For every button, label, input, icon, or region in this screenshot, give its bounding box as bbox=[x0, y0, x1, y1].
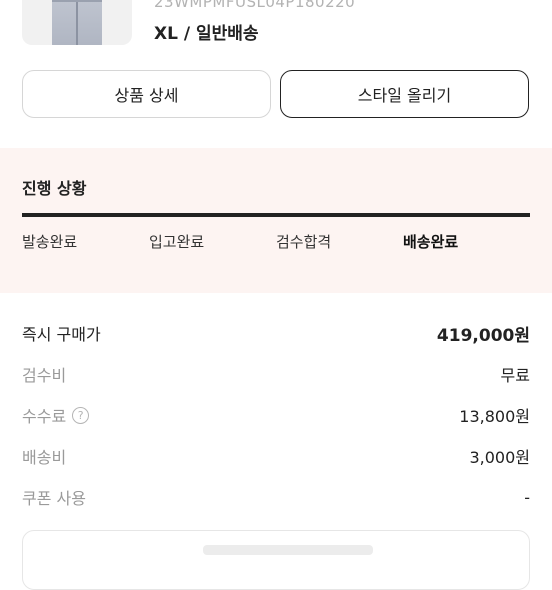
help-icon[interactable]: ? bbox=[72, 406, 90, 424]
product-code: 23WMPMFUSL04P180220 bbox=[154, 0, 356, 11]
step-shipped: 발송완료 bbox=[22, 233, 78, 251]
price-row-commission: 수수료 ? 13,800원 bbox=[22, 403, 530, 427]
inspection-fee-label: 검수비 bbox=[22, 366, 67, 385]
price-row-shipping-fee: 배송비 3,000원 bbox=[22, 444, 530, 468]
bottom-card[interactable] bbox=[22, 530, 530, 590]
price-row-instant-buy: 즉시 구매가 419,000원 bbox=[22, 321, 530, 346]
step-inspection-passed: 검수합격 bbox=[276, 233, 332, 251]
bottom-card-text-placeholder bbox=[203, 545, 373, 555]
step-delivered: 배송완료 bbox=[403, 233, 459, 251]
upload-style-button[interactable]: 스타일 올리기 bbox=[280, 70, 529, 118]
coupon-label: 쿠폰 사용 bbox=[22, 489, 86, 508]
progress-bar bbox=[22, 213, 530, 217]
shipping-fee-value: 3,000원 bbox=[469, 448, 530, 467]
instant-buy-value: 419,000원 bbox=[436, 325, 530, 346]
jacket-image bbox=[52, 0, 102, 45]
product-detail-button[interactable]: 상품 상세 bbox=[22, 70, 271, 118]
instant-buy-label: 즉시 구매가 bbox=[22, 325, 101, 344]
commission-value: 13,800원 bbox=[459, 407, 530, 426]
step-received: 입고완료 bbox=[149, 233, 205, 251]
product-thumbnail[interactable] bbox=[22, 0, 132, 45]
product-option: XL / 일반배송 bbox=[154, 24, 259, 44]
coupon-value: - bbox=[524, 487, 530, 507]
progress-section: 진행 상황 발송완료 입고완료 검수합격 배송완료 bbox=[0, 148, 552, 293]
shipping-fee-label: 배송비 bbox=[22, 448, 67, 467]
commission-label: 수수료 bbox=[22, 407, 67, 426]
price-row-coupon: 쿠폰 사용 - bbox=[22, 485, 530, 509]
progress-title: 진행 상황 bbox=[22, 179, 87, 198]
price-row-inspection-fee: 검수비 무료 bbox=[22, 362, 530, 386]
inspection-fee-value: 무료 bbox=[500, 366, 530, 385]
